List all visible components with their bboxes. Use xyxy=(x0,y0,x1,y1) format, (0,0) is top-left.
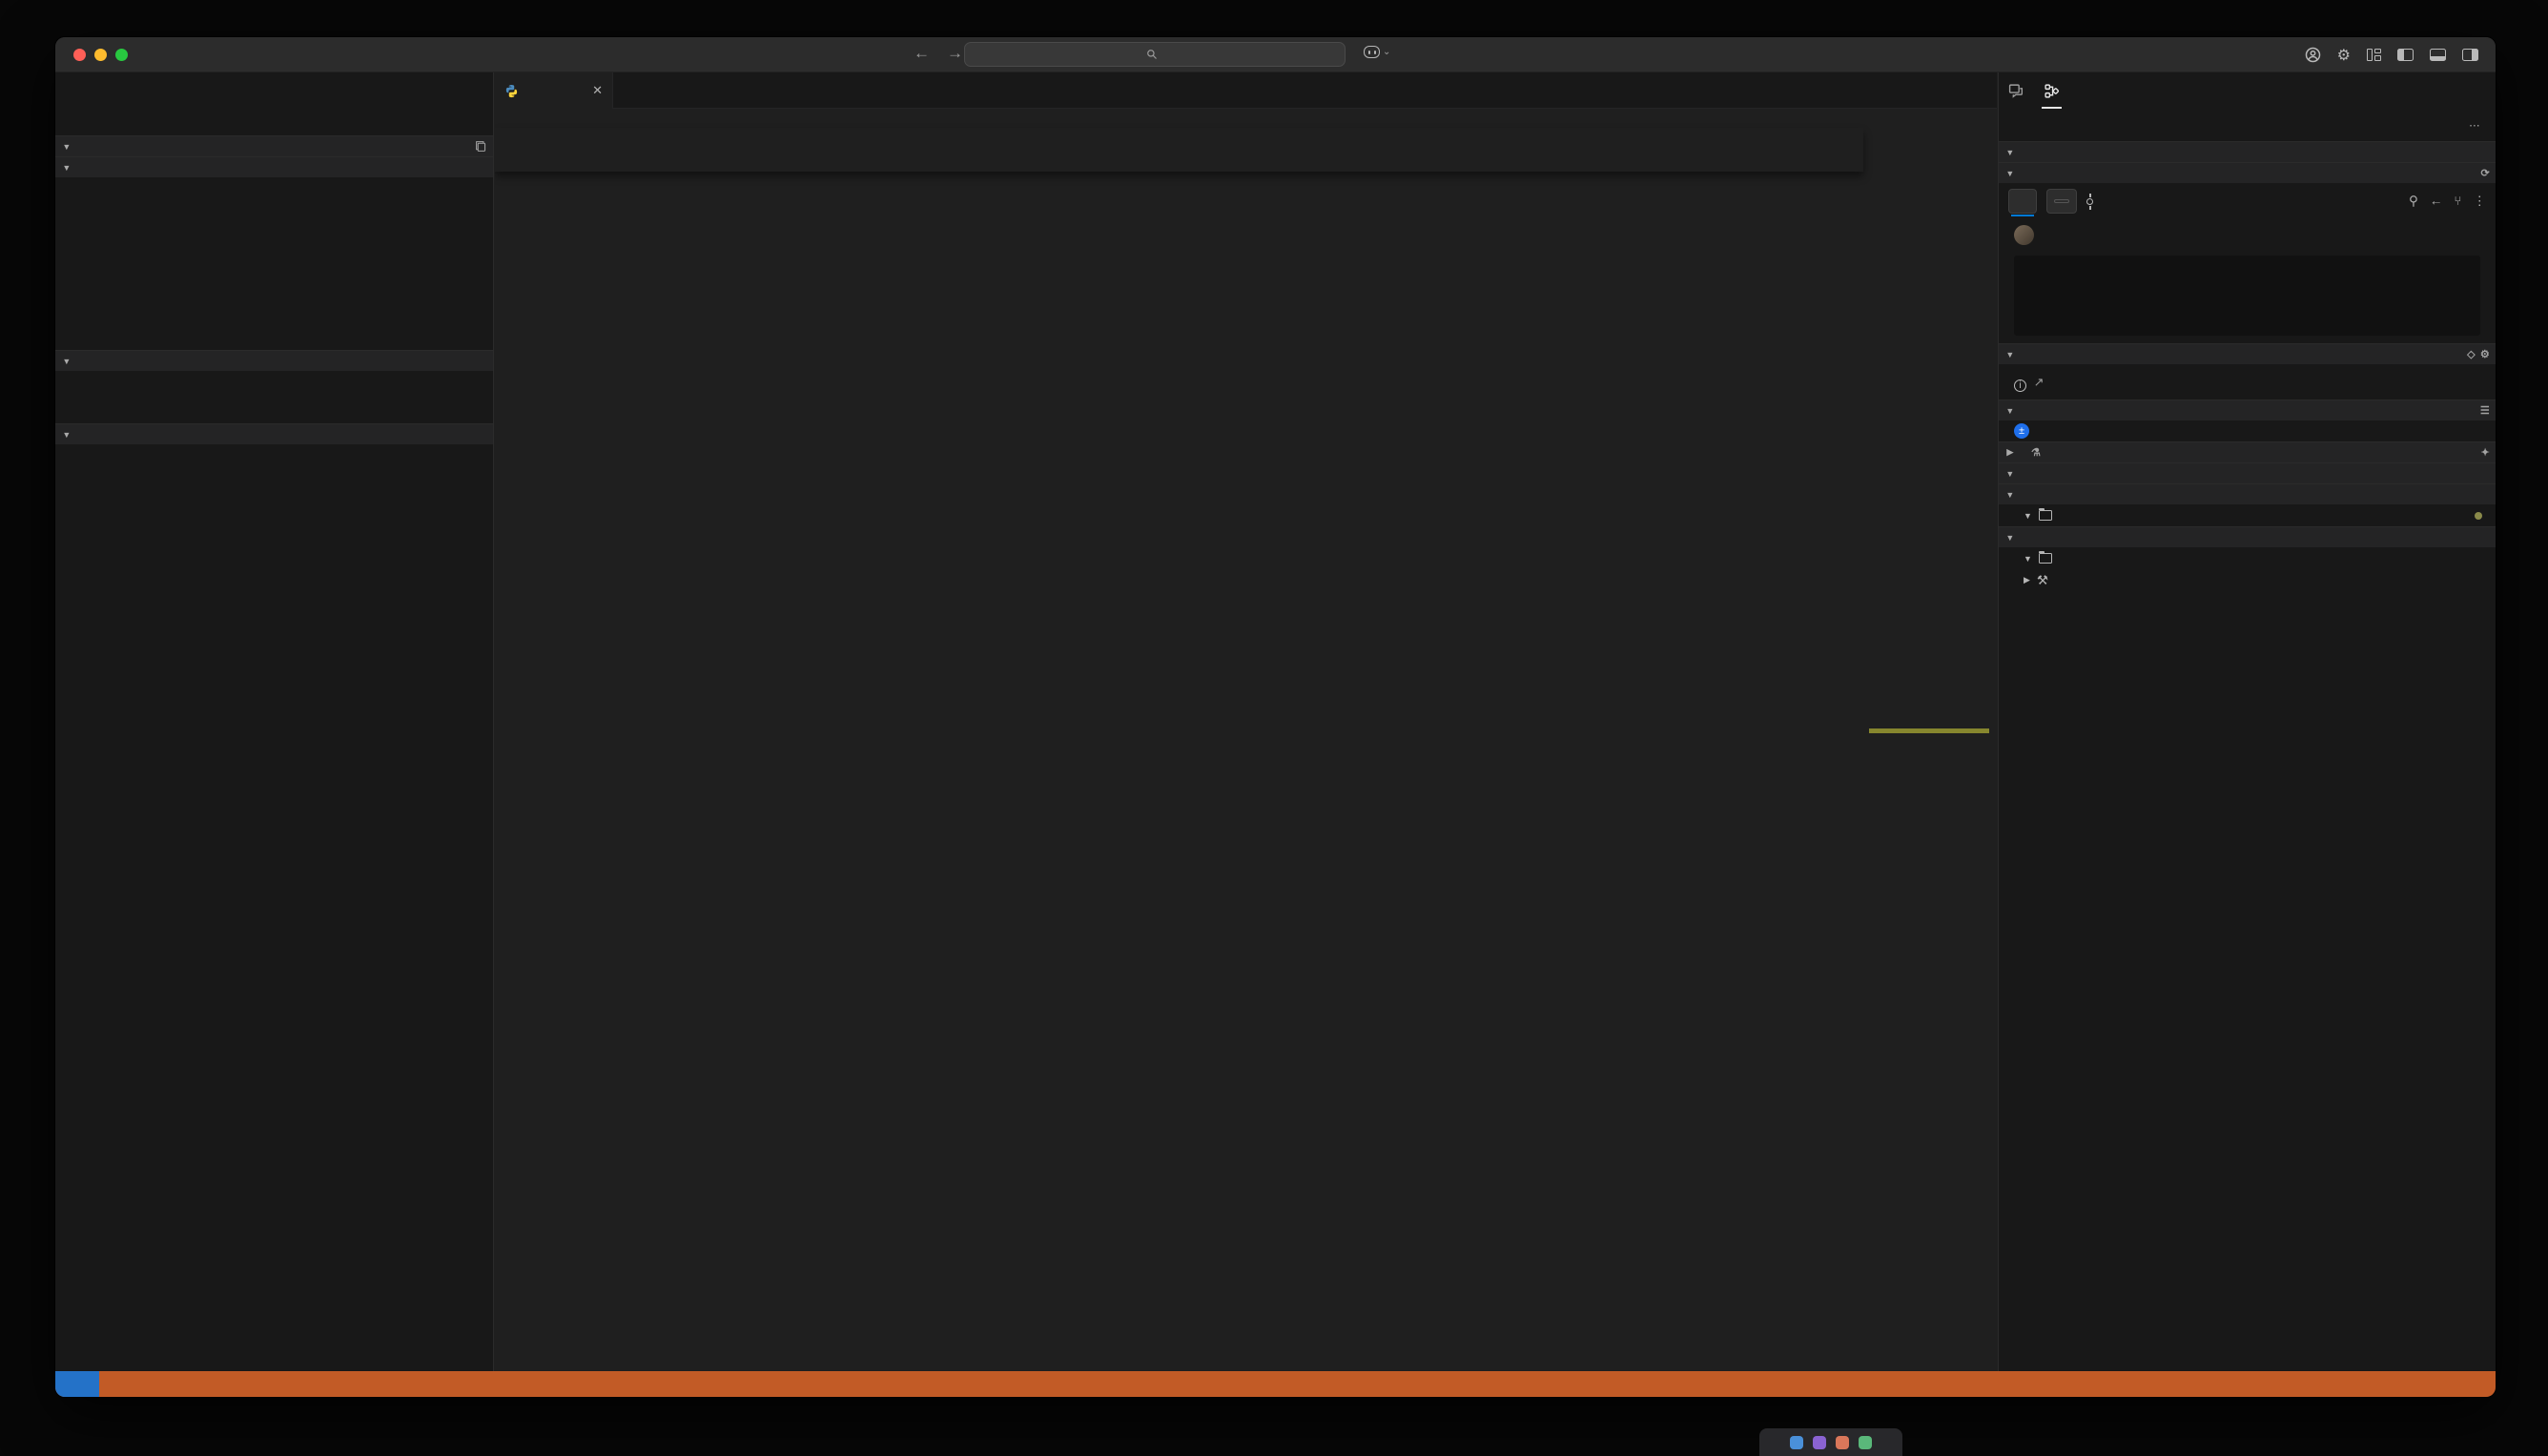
customize-layout-icon[interactable] xyxy=(2367,49,2381,61)
autolinks-settings-icon[interactable]: ⚙ xyxy=(2480,348,2490,360)
copy-value-icon[interactable] xyxy=(475,140,487,153)
close-window-button[interactable] xyxy=(73,49,86,61)
titlebar: ← → ⌄ ⚙ xyxy=(55,37,2496,72)
beaker-icon: ⚗ xyxy=(2031,446,2041,459)
autolinks-section-header[interactable]: ▼◇⚙ xyxy=(1999,343,2496,364)
history-forward-button[interactable]: → xyxy=(947,44,963,63)
settings-gear-icon[interactable]: ⚙ xyxy=(2337,46,2351,65)
python-file-icon xyxy=(504,84,519,98)
todos-section-header[interactable]: ▼ xyxy=(1999,483,2496,504)
copilot-menu[interactable]: ⌄ xyxy=(1364,46,1390,58)
commit-overview-tile[interactable] xyxy=(2008,189,2037,214)
editor-group: ✕ xyxy=(495,72,1997,1371)
commit-sha[interactable] xyxy=(2086,198,2099,205)
refresh-icon[interactable]: ⟳ xyxy=(2480,167,2490,179)
gitlens-section-header[interactable]: ▼⟳ xyxy=(1999,162,2496,183)
working-changes-tile[interactable] xyxy=(2046,189,2077,214)
dock-app-icon[interactable] xyxy=(1859,1436,1872,1449)
watch-empty-body xyxy=(55,177,493,350)
files-changed-section-header[interactable]: ▼☰ xyxy=(1999,400,2496,420)
explorer-go-section-header[interactable]: ▼ xyxy=(1999,526,2496,547)
copilot-icon xyxy=(1364,46,1380,58)
remote-indicator[interactable] xyxy=(55,1371,99,1397)
external-link-icon: ↗ xyxy=(2034,375,2045,389)
tools-icon: ⚒ xyxy=(2037,573,2048,588)
vscode-window: ← → ⌄ ⚙ xyxy=(54,36,2497,1398)
outline-more-actions-icon[interactable]: ⋯ xyxy=(2469,118,2480,132)
kebab-menu-icon[interactable]: ⋮ xyxy=(2474,194,2487,209)
status-bar xyxy=(55,1371,2496,1397)
zoom-window-button[interactable] xyxy=(115,49,128,61)
commit-icon xyxy=(2086,198,2093,205)
watch-section-header[interactable]: ▼ xyxy=(55,156,493,177)
search-icon xyxy=(1146,49,1158,60)
autolinks-hint: i ↗ xyxy=(1999,364,2496,400)
close-tab-icon[interactable]: ✕ xyxy=(592,83,603,98)
overview-ruler[interactable] xyxy=(1989,109,1997,1371)
dock-app-icon[interactable] xyxy=(1813,1436,1826,1449)
symbol-tree-icon xyxy=(2044,83,2060,99)
account-icon[interactable] xyxy=(2305,47,2321,63)
minimap-current-line xyxy=(1869,728,1989,733)
timeline-section-header[interactable]: ▼ xyxy=(1999,462,2496,483)
commit-message-box[interactable] xyxy=(2014,256,2480,336)
todos-status-dot xyxy=(2475,512,2482,520)
sticky-scroll[interactable] xyxy=(495,128,1863,172)
go-env-folder[interactable]: ▼ xyxy=(1999,547,2496,569)
outline-tab[interactable] xyxy=(2044,72,2060,109)
toggle-primary-sidebar-icon[interactable] xyxy=(2397,49,2414,61)
variables-section-header[interactable]: ▼ xyxy=(55,135,493,156)
breadcrumb[interactable] xyxy=(495,109,1997,128)
debug-sidebar: ▼ ▼ ▼ ▼ xyxy=(55,72,494,1371)
desktop: ← → ⌄ ⚙ xyxy=(0,0,2548,1456)
explain-ai-section-header[interactable]: ▶⚗✦ xyxy=(1999,441,2496,462)
comment-discussion-icon xyxy=(2008,83,2024,99)
pin-icon[interactable]: ⚲ xyxy=(2409,194,2418,209)
back-icon[interactable]: ← xyxy=(2430,194,2443,209)
outline-section-header[interactable]: ▼ xyxy=(1999,141,2496,162)
explain-action-icon[interactable]: ✦ xyxy=(2480,446,2490,459)
code-area[interactable] xyxy=(495,128,1863,1371)
tab-users-py[interactable]: ✕ xyxy=(495,72,613,109)
go-tools-item[interactable]: ▶ ⚒ xyxy=(1999,569,2496,591)
toggle-secondary-sidebar-icon[interactable] xyxy=(2462,49,2478,61)
breakpoints-section-header[interactable]: ▼ xyxy=(55,423,493,444)
minimize-window-button[interactable] xyxy=(94,49,107,61)
avatar xyxy=(2014,225,2034,245)
editor-tabbar: ✕ xyxy=(495,72,1997,109)
info-icon: i xyxy=(2014,379,2026,392)
graph-icon[interactable]: ⑂ xyxy=(2454,194,2461,209)
folder-icon xyxy=(2039,553,2052,564)
todos-root-folder[interactable]: ▼ xyxy=(1999,504,2496,526)
toggle-panel-icon[interactable] xyxy=(2430,49,2446,61)
minimap[interactable] xyxy=(1869,109,1989,1371)
call-stack-empty-space xyxy=(55,373,493,423)
autolinks-add-icon[interactable]: ◇ xyxy=(2467,348,2476,360)
dock-app-icon[interactable] xyxy=(1836,1436,1849,1449)
command-center[interactable] xyxy=(964,42,1346,67)
changed-file-row[interactable]: ± xyxy=(1999,420,2496,441)
dock-app-icon[interactable] xyxy=(1790,1436,1803,1449)
secondary-sidebar: ⋯ ▼ ▼⟳ ⚲ ← ⑂ ⋮ xyxy=(1998,72,2496,1371)
file-modified-icon: ± xyxy=(2014,423,2029,439)
call-stack-section-header[interactable]: ▼ xyxy=(55,350,493,371)
folder-icon xyxy=(2039,510,2052,521)
history-back-button[interactable]: ← xyxy=(914,44,930,63)
macos-dock-peek[interactable] xyxy=(1759,1428,1902,1456)
gitlens-inspect-tab[interactable] xyxy=(2008,72,2024,109)
view-options-icon[interactable]: ☰ xyxy=(2480,404,2490,417)
activity-bar xyxy=(55,72,493,109)
